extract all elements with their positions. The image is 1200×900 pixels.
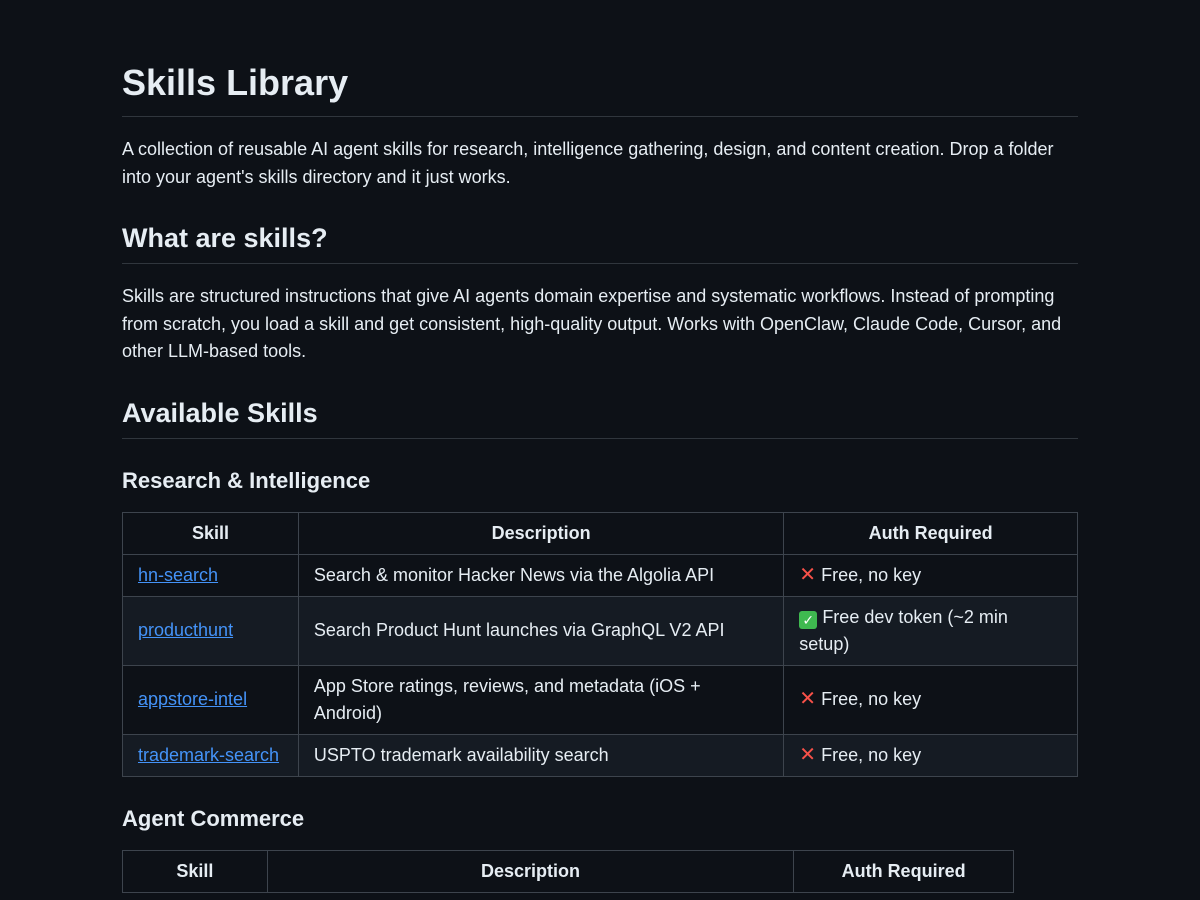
intro-paragraph: A collection of reusable AI agent skills…: [122, 139, 1054, 187]
check-mark-icon: ✓: [799, 610, 818, 629]
table-row: appstore-intel App Store ratings, review…: [122, 664, 1078, 735]
skill-cell: hn-search: [122, 553, 299, 597]
description-cell: Search Product Hunt launches via GraphQL…: [297, 595, 785, 666]
table-row: trademark-search USPTO trademark availab…: [122, 733, 1078, 777]
column-header-description: Description: [266, 849, 795, 893]
skill-link-producthunt[interactable]: producthunt: [138, 620, 233, 640]
column-header-auth: Auth Required: [783, 511, 1078, 555]
auth-cell: ✓ Free dev token (~2 min setup): [783, 595, 1078, 666]
column-header-description: Description: [297, 511, 785, 555]
what-are-skills-paragraph: Skills are structured instructions that …: [122, 286, 1062, 361]
skill-link-trademark-search[interactable]: trademark-search: [138, 745, 279, 765]
what-are-skills-heading: What are skills?: [122, 221, 1078, 264]
page-title: Skills Library: [122, 0, 1078, 117]
table-header-row: Skill Description Auth Required: [122, 511, 1078, 555]
cross-mark-icon: ✕: [799, 688, 817, 710]
table-row: producthunt Search Product Hunt launches…: [122, 595, 1078, 666]
skill-link-hn-search[interactable]: hn-search: [138, 565, 218, 585]
cross-mark-icon: ✕: [799, 743, 817, 766]
skill-cell: appstore-intel: [122, 664, 299, 735]
available-skills-heading: Available Skills: [122, 396, 1078, 439]
column-header-auth: Auth Required: [793, 849, 1014, 893]
skill-cell: trademark-search: [122, 733, 299, 777]
auth-text: Free, no key: [821, 689, 922, 709]
description-cell: Search & monitor Hacker News via the Alg…: [297, 553, 785, 597]
markdown-content: Skills Library A collection of reusable …: [122, 0, 1078, 893]
skill-cell: producthunt: [122, 595, 299, 666]
agent-commerce-heading: Agent Commerce: [122, 805, 305, 831]
agent-commerce-table: Skill Description Auth Required: [122, 849, 1014, 893]
auth-text: Free dev token (~2 min setup): [799, 606, 1008, 654]
research-heading: Research & Intelligence: [122, 467, 371, 493]
cross-mark-icon: ✕: [799, 563, 817, 586]
table-row: hn-search Search & monitor Hacker News v…: [122, 553, 1078, 597]
auth-cell: ✕ Free, no key: [783, 733, 1078, 777]
description-cell: USPTO trademark availability search: [297, 733, 785, 777]
description-cell: App Store ratings, reviews, and metadata…: [297, 664, 785, 735]
column-header-skill: Skill: [122, 511, 299, 555]
column-header-skill: Skill: [122, 849, 268, 893]
table-header-row: Skill Description Auth Required: [122, 849, 1014, 893]
auth-cell: ✕ Free, no key: [783, 553, 1078, 597]
research-skills-table: Skill Description Auth Required hn-searc…: [122, 511, 1078, 777]
skill-link-appstore-intel[interactable]: appstore-intel: [138, 689, 247, 709]
auth-cell: ✕ Free, no key: [783, 664, 1078, 735]
auth-text: Free, no key: [821, 744, 922, 765]
auth-text: Free, no key: [821, 564, 922, 585]
